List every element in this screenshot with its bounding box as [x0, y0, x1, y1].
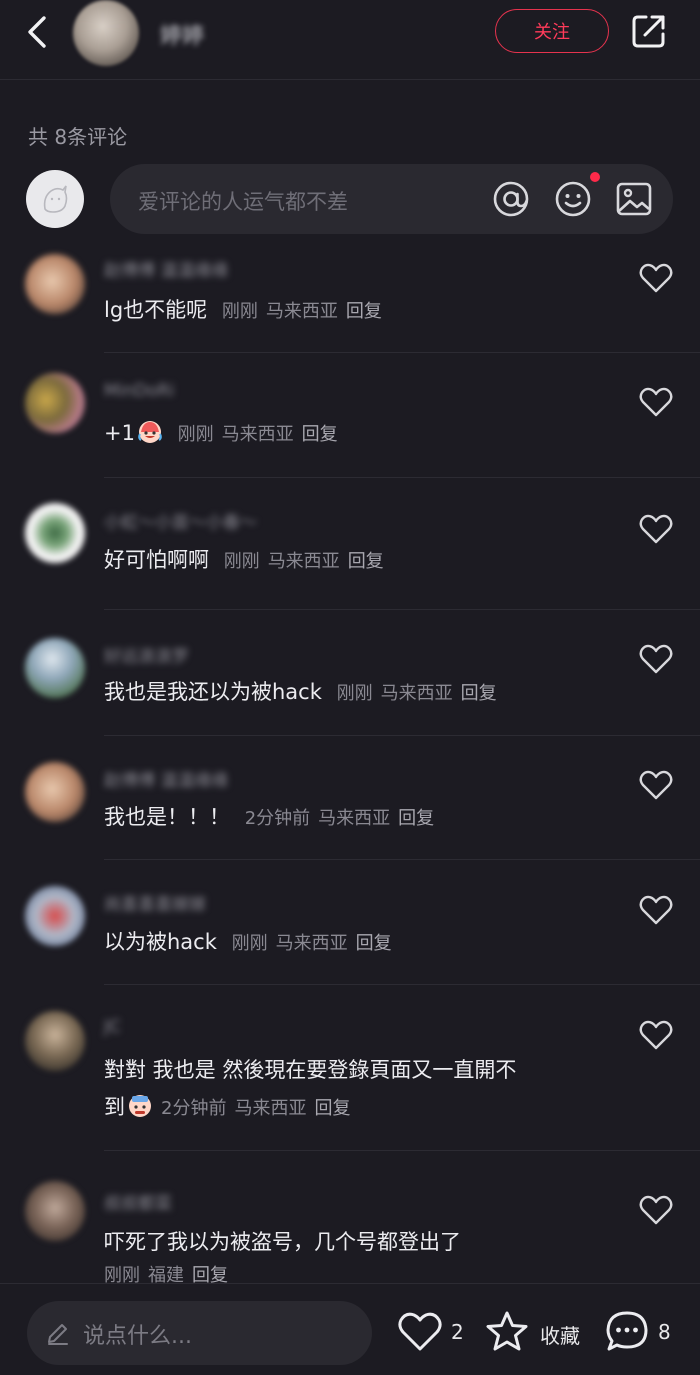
reply-button[interactable]: 回复 — [314, 1098, 350, 1119]
commenter-name[interactable]: JC — [104, 1017, 121, 1037]
comment-body: 好可怕啊啊 刚刚 马来西亚 回复 — [104, 542, 624, 580]
default-avatar-icon — [43, 185, 68, 213]
reply-button[interactable]: 回复 — [348, 551, 384, 572]
comment-location: 马来西亚 — [318, 808, 391, 829]
like-heart-icon[interactable] — [397, 1312, 443, 1352]
comment-text: 好可怕啊啊 — [104, 548, 209, 572]
commenter-avatar[interactable] — [25, 1181, 85, 1241]
comment-time: 刚刚 — [231, 933, 268, 954]
reply-button[interactable]: 回复 — [398, 808, 434, 829]
like-count[interactable]: 2 — [451, 1320, 464, 1344]
comment-item: 赵傅傅 温温缘缘 我也是！！！ 2分钟前 马来西亚 回复 — [0, 736, 700, 860]
pencil-icon — [48, 1324, 68, 1345]
comment-location: 马来西亚 — [275, 933, 348, 954]
comment-text: 對對 我也是 然後現在要登錄頁面又一直開不 — [104, 1058, 517, 1082]
reply-button[interactable]: 回复 — [356, 933, 392, 954]
commenter-avatar[interactable] — [25, 886, 85, 946]
commenter-name[interactable]: 叔叔都菜 — [104, 1189, 172, 1214]
sweating-emoji-icon — [129, 1095, 151, 1117]
reply-button[interactable]: 回复 — [461, 683, 497, 704]
favorite-label[interactable]: 收藏 — [540, 1320, 580, 1349]
comment-location: 马来西亚 — [234, 1098, 307, 1119]
mention-icon[interactable] — [492, 180, 530, 218]
commenter-avatar[interactable] — [25, 503, 85, 563]
share-icon[interactable] — [630, 12, 668, 50]
comment-body: 吓死了我以为被盗号，几个号都登出了 刚刚 福建 回复 — [104, 1224, 624, 1291]
commenter-name[interactable]: MinDoRi — [104, 381, 174, 401]
comment-list: 赵傅傅 温温缘缘 lg也不能呢 刚刚 马来西亚 回复 MinDoRi +1 刚刚 马来… — [0, 238, 700, 1286]
new-emoji-dot — [590, 172, 600, 182]
image-icon[interactable] — [615, 180, 653, 218]
comment-body: +1 刚刚 马来西亚 回复 — [104, 415, 624, 453]
comment-bubble-icon[interactable] — [604, 1309, 650, 1355]
heart-icon[interactable] — [639, 895, 673, 925]
heart-icon[interactable] — [639, 1020, 673, 1050]
comment-item: MinDoRi +1 刚刚 马来西亚 回复 — [0, 353, 700, 478]
heart-icon[interactable] — [639, 387, 673, 417]
comment-text: 以为被hack — [104, 930, 217, 954]
say-something-input[interactable]: 说点什么... — [27, 1301, 372, 1365]
commenter-avatar[interactable] — [25, 254, 85, 314]
comment-item: 小虹～小苗～小春～ 好可怕啊啊 刚刚 马来西亚 回复 — [0, 478, 700, 610]
comment-time: 刚刚 — [177, 424, 214, 445]
comment-item: 尚喜喜喜嫁嫁 以为被hack 刚刚 马来西亚 回复 — [0, 860, 700, 985]
comment-text: 吓死了我以为被盗号，几个号都登出了 — [104, 1230, 461, 1254]
comment-item: 好远浪浪罗 我也是我还以为被hack 刚刚 马来西亚 回复 — [0, 610, 700, 736]
heart-icon[interactable] — [639, 1195, 673, 1225]
commenter-name[interactable]: 好远浪浪罗 — [104, 642, 189, 667]
comment-text: 我也是我还以为被hack — [104, 680, 322, 704]
follow-button[interactable]: 关注 — [495, 9, 609, 53]
comment-body: lg也不能呢 刚刚 马来西亚 回复 — [104, 292, 624, 330]
comment-time: 2分钟前 — [244, 808, 311, 829]
heart-icon[interactable] — [639, 644, 673, 674]
commenter-avatar[interactable] — [25, 373, 85, 433]
commenter-avatar[interactable] — [25, 762, 85, 822]
comment-body: 以为被hack 刚刚 马来西亚 回复 — [104, 924, 624, 962]
back-arrow-icon[interactable] — [18, 12, 58, 52]
author-avatar[interactable] — [73, 0, 139, 66]
comment-item: 叔叔都菜 吓死了我以为被盗号，几个号都登出了 刚刚 福建 回复 — [0, 1151, 700, 1286]
comment-text: lg也不能呢 — [104, 298, 208, 322]
comment-input-placeholder: 爱评论的人运气都不差 — [138, 190, 348, 214]
comment-location: 马来西亚 — [267, 551, 340, 572]
comment-total[interactable]: 8 — [658, 1320, 671, 1344]
say-input-placeholder: 说点什么... — [83, 1324, 192, 1349]
comment-time: 刚刚 — [221, 301, 258, 322]
reply-button[interactable]: 回复 — [346, 301, 382, 322]
heart-icon[interactable] — [639, 514, 673, 544]
comment-text-continued: 到 — [104, 1095, 125, 1119]
comment-time: 刚刚 — [223, 551, 260, 572]
comment-time: 2分钟前 — [161, 1098, 227, 1119]
commenter-avatar[interactable] — [25, 638, 85, 698]
app-screen: 婷婷 关注 共 8条评论 爱评论的人运气都不差 赵傅傅 温温缘缘 lg也不能呢 … — [0, 0, 700, 1375]
author-name[interactable]: 婷婷 — [160, 18, 204, 50]
comment-location: 马来西亚 — [221, 424, 294, 445]
commenter-name[interactable]: 小虹～小苗～小春～ — [104, 508, 257, 533]
top-header: 婷婷 关注 — [0, 0, 700, 80]
comment-text: 我也是！！！ — [104, 805, 230, 829]
comment-text: +1 — [104, 421, 135, 445]
comment-item: JC 對對 我也是 然後現在要登錄頁面又一直開不 到 2分钟前 马来西亚 回复 — [0, 985, 700, 1151]
star-icon[interactable] — [484, 1309, 530, 1355]
heart-icon[interactable] — [639, 770, 673, 800]
commenter-name[interactable]: 尚喜喜喜嫁嫁 — [104, 890, 206, 915]
bottom-action-bar: 说点什么... 2 收藏 8 — [0, 1283, 700, 1375]
comment-body: 我也是！！！ 2分钟前 马来西亚 回复 — [104, 799, 624, 837]
comment-count-label: 共 8条评论 — [28, 125, 128, 149]
emoji-icon[interactable] — [554, 180, 592, 218]
heart-icon[interactable] — [639, 263, 673, 293]
comment-location: 马来西亚 — [265, 301, 338, 322]
commenter-name[interactable]: 赵傅傅 温温缘缘 — [104, 256, 228, 281]
comment-time: 刚刚 — [336, 683, 373, 704]
reply-button[interactable]: 回复 — [302, 424, 338, 445]
commenter-name[interactable]: 赵傅傅 温温缘缘 — [104, 766, 228, 791]
commenter-avatar[interactable] — [25, 1011, 85, 1071]
crying-emoji-icon — [138, 421, 162, 443]
my-avatar — [26, 170, 84, 228]
comment-body: 對對 我也是 然後現在要登錄頁面又一直開不 到 2分钟前 马来西亚 回复 — [104, 1052, 624, 1127]
comment-location: 马来西亚 — [380, 683, 453, 704]
comment-body: 我也是我还以为被hack 刚刚 马来西亚 回复 — [104, 674, 624, 712]
comment-item: 赵傅傅 温温缘缘 lg也不能呢 刚刚 马来西亚 回复 — [0, 238, 700, 353]
